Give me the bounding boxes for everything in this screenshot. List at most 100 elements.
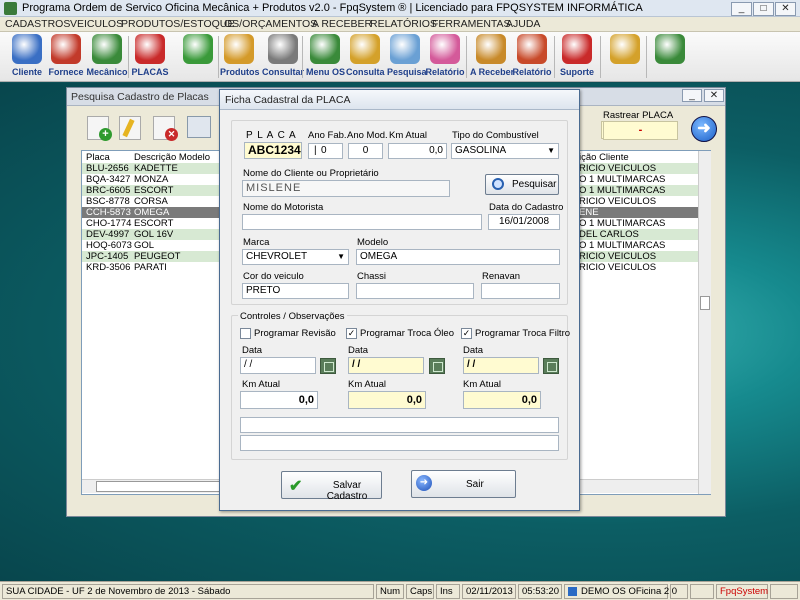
toolbar-button-relat-rio-12[interactable]: Relatório: [512, 34, 552, 80]
ano-mod-input[interactable]: 0: [348, 143, 383, 159]
clock-icon: [183, 34, 213, 64]
toolbar-button-menu-os-7[interactable]: Menu OS: [306, 34, 345, 80]
clipboard-icon: [310, 34, 340, 64]
data-cadastro-input[interactable]: 16/01/2008: [488, 214, 560, 230]
col-cliente-header[interactable]: ição Cliente: [579, 152, 629, 163]
placa-label: P L A C A: [246, 130, 297, 141]
col-modelo-header[interactable]: Descrição Modelo: [134, 152, 210, 163]
modelo-label: Modelo: [357, 237, 389, 248]
report-icon: [430, 34, 460, 64]
person-icon: [12, 34, 42, 64]
bw-close-button[interactable]: ✕: [704, 89, 724, 102]
toolbar-label: Fornece: [48, 67, 84, 77]
oleo-data-input[interactable]: / /: [348, 357, 424, 374]
menu-cadastros[interactable]: CADASTROS: [5, 18, 70, 30]
toolbar-button-mec-nico-2[interactable]: Mecânico: [86, 34, 128, 80]
calendar-icon[interactable]: [429, 358, 445, 374]
ano-fab-value: 0: [321, 145, 327, 156]
revisao-checkbox[interactable]: [240, 328, 251, 339]
toolbar-button-cliente-0[interactable]: Cliente: [8, 34, 46, 80]
minimize-button[interactable]: _: [731, 2, 752, 16]
bw-minimize-button[interactable]: _: [682, 89, 702, 102]
grid-scrollbar[interactable]: [698, 151, 711, 494]
title-bar: Programa Ordem de Servico Oficina Mecâni…: [0, 0, 800, 17]
toolbar-button-coin-14[interactable]: [605, 34, 645, 80]
toolbar-button-placas-3[interactable]: PLACAS: [130, 34, 170, 80]
salvar-cadastro-button[interactable]: ✔ Salvar Cadastro: [281, 471, 382, 502]
network-icon: [770, 584, 798, 599]
filtro-km-input[interactable]: 0,0: [463, 391, 541, 409]
new-record-icon[interactable]: +: [87, 116, 112, 141]
oleo-checkbox[interactable]: ✓: [346, 328, 357, 339]
pesquisar-button[interactable]: Pesquisar: [485, 174, 559, 195]
toolbar-button-a-receber-11[interactable]: A Receber: [470, 34, 515, 80]
controles-label: Controles / Observações: [238, 311, 347, 322]
col-placa-header[interactable]: Placa: [86, 152, 110, 163]
maximize-button[interactable]: □: [753, 2, 774, 16]
renavan-input[interactable]: [481, 283, 560, 299]
toolbar-button-consultar-6[interactable]: Consultar: [262, 34, 304, 80]
revisao-km-input[interactable]: 0,0: [240, 391, 318, 409]
rastrear-input[interactable]: -: [603, 121, 678, 140]
menu-relatorios[interactable]: RELATÓRIOS: [370, 18, 437, 30]
cell-modelo: KADETTE: [134, 163, 178, 174]
chassi-input[interactable]: [356, 283, 474, 299]
menu-ajuda[interactable]: AJUDA: [506, 18, 540, 30]
marca-select[interactable]: CHEVROLET ▼: [242, 249, 349, 265]
calendar-icon[interactable]: [543, 358, 559, 374]
window-title: Programa Ordem de Servico Oficina Mecâni…: [22, 2, 643, 14]
km-atual-input[interactable]: 0,0: [388, 143, 447, 159]
cell-cliente: RICIO VEICULOS: [579, 163, 657, 174]
obs-line-2[interactable]: [240, 435, 559, 451]
obs-line-1[interactable]: [240, 417, 559, 433]
toolbar-label: Consultar: [262, 67, 305, 77]
modelo-input[interactable]: OMEGA: [356, 249, 560, 265]
placa-input[interactable]: ABC1234: [244, 142, 302, 159]
go-arrow-icon[interactable]: ➜: [691, 116, 717, 142]
cell-cliente: O 1 MULTIMARCAS: [579, 240, 666, 251]
menu-ferramentas[interactable]: FERRAMENTAS: [432, 18, 511, 30]
cliente-label: Nome do Cliente ou Proprietário: [243, 168, 379, 179]
ano-fab-input[interactable]: | 0: [308, 143, 343, 159]
menu-os-orcamentos[interactable]: OS/ORÇAMENTOS: [224, 18, 317, 30]
chassi-label: Chassi: [357, 271, 387, 282]
close-button[interactable]: ✕: [775, 2, 796, 16]
printer-icon[interactable]: [670, 584, 688, 599]
cell-cliente: O 1 MULTIMARCAS: [579, 174, 666, 185]
toolbar-button-exit-15[interactable]: [650, 34, 690, 80]
status-app: DEMO OS OFicina 2.0: [564, 584, 677, 599]
delete-record-icon[interactable]: ✕: [153, 116, 178, 141]
toolbar-button-fornece-1[interactable]: Fornece: [47, 34, 85, 80]
toolbar-button-consulta-8[interactable]: Consulta: [346, 34, 385, 80]
cell-placa: JPC-1405: [86, 251, 129, 262]
toolbar-label: A Receber: [470, 67, 515, 77]
toolbar-button-clock-4[interactable]: [178, 34, 218, 80]
toolbar: Cliente Fornece Mecânico PLACAS Produtos Cons…: [0, 32, 800, 82]
toolbar-button-produtos-5[interactable]: Produtos: [220, 34, 260, 80]
filtro-checkbox[interactable]: ✓: [461, 328, 472, 339]
filtro-data-input[interactable]: / /: [463, 357, 539, 374]
cell-placa: BRC-6605: [86, 185, 131, 196]
revisao-data-input[interactable]: / /: [240, 357, 316, 374]
combustivel-select[interactable]: GASOLINA ▼: [451, 143, 559, 159]
toolbar-separator: [600, 36, 601, 78]
cor-input[interactable]: PRETO: [242, 283, 349, 299]
cell-placa: HOQ-6073: [86, 240, 132, 251]
menu-veiculos[interactable]: VEICULOS: [70, 18, 123, 30]
menu-produtos-estoque[interactable]: PRODUTOS/ESTOQUE: [121, 18, 234, 30]
cell-placa: CHO-1774: [86, 218, 132, 229]
toolbar-button-pesquisa-9[interactable]: Pesquisa: [387, 34, 427, 80]
toolbar-button-suporte-13[interactable]: Suporte: [558, 34, 596, 80]
menu-a-receber[interactable]: A RECEBER: [312, 18, 372, 30]
oleo-km-input[interactable]: 0,0: [348, 391, 426, 409]
cliente-input[interactable]: MISLENE: [242, 180, 450, 197]
toolbar-label: Cliente: [11, 67, 42, 77]
motorista-input[interactable]: [242, 214, 482, 230]
edit-record-icon[interactable]: [119, 116, 141, 140]
chart-icon: [517, 34, 547, 64]
calendar-icon[interactable]: [320, 358, 336, 374]
ano-fab-label: Ano Fab.: [308, 130, 347, 141]
toolbar-button-relat-rio-10[interactable]: Relatório: [425, 34, 465, 80]
sair-button[interactable]: ➜ Sair: [411, 470, 516, 498]
print-icon[interactable]: [187, 116, 211, 138]
